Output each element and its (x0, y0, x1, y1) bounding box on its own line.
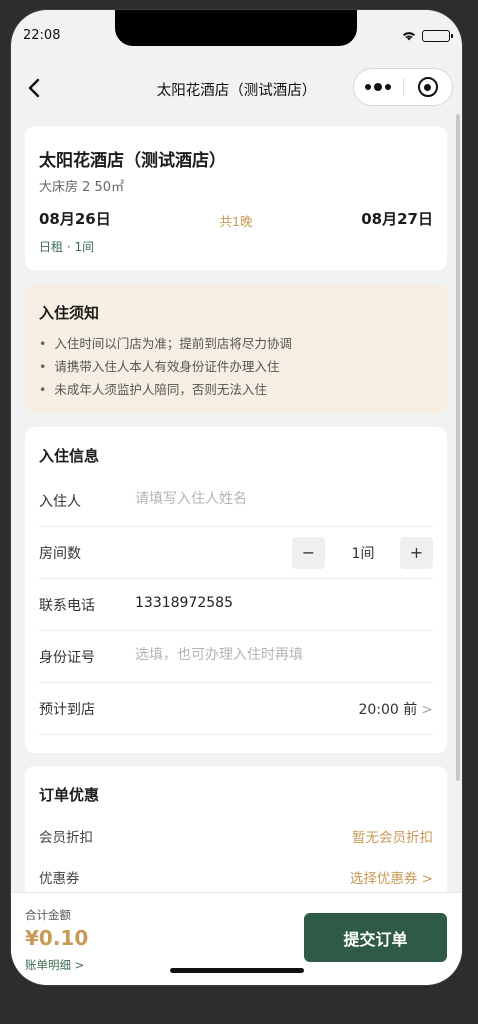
check-out-date: 08月27日 (361, 210, 433, 228)
rooms-value: 1间 (351, 546, 375, 562)
mini-program-capsule (353, 68, 453, 106)
close-mini-program-button[interactable] (403, 77, 452, 97)
notice-item: 未成年人须监护人陪同，否则无法入住 (39, 378, 292, 401)
guest-label: 入住人 (39, 494, 81, 510)
arrival-time-value[interactable]: 20:00 前 > (358, 699, 433, 719)
guest-name-input[interactable] (135, 491, 415, 507)
guest-name-row: 入住人 (39, 475, 433, 527)
bill-detail-link[interactable]: 账单明细 > (25, 957, 84, 973)
room-count-row: 房间数 − 1间 + (39, 527, 433, 579)
notch (115, 10, 357, 46)
member-discount-label: 会员折扣 (39, 830, 93, 846)
notice-item: 入住时间以门店为准；提前到店将尽力协调 (39, 332, 292, 355)
member-discount-value: 暂无会员折扣 (352, 830, 433, 846)
phone-label: 联系电话 (39, 598, 95, 614)
navbar: 太阳花酒店（测试酒店） (11, 66, 462, 110)
arrival-time-row[interactable]: 预计到店 20:00 前 > (39, 683, 433, 735)
phone-field[interactable]: 13318972585 (135, 595, 233, 611)
battery-icon (422, 30, 453, 42)
arrival-time-text: 20:00 前 (358, 702, 418, 718)
total-label: 合计金额 (25, 908, 71, 922)
chevron-right-icon: > (421, 702, 433, 718)
wifi-icon (402, 31, 416, 41)
rent-info: 日租 · 1间 (39, 240, 95, 254)
home-indicator (170, 968, 304, 973)
coupon-row[interactable]: 优惠券 选择优惠券 > (39, 861, 433, 891)
phone-screen: 22:08 太阳花酒店（测试酒店） 太阳花酒店（测试酒店） 大床房 2 50㎡ … (11, 10, 462, 985)
total-amount: ¥0.10 (25, 926, 89, 950)
room-type: 大床房 2 50㎡ (39, 180, 125, 195)
rooms-increment-button[interactable]: + (400, 537, 433, 569)
target-circle-icon (417, 77, 438, 97)
checkin-info-card: 入住信息 入住人 房间数 − 1间 + 联系电话 13318972585 身份证… (25, 427, 447, 753)
rooms-label: 房间数 (39, 546, 81, 562)
status-time: 22:08 (23, 28, 61, 43)
scrollbar[interactable] (456, 114, 460, 781)
notice-item: 请携带入住人本人有效身份证件办理入住 (39, 355, 292, 378)
id-number-row: 身份证号 (39, 631, 433, 683)
rooms-decrement-button[interactable]: − (292, 537, 325, 569)
status-icons (402, 30, 453, 42)
discount-card: 订单优惠 会员折扣 暂无会员折扣 优惠券 选择优惠券 > (25, 766, 447, 892)
scroll-content[interactable]: 太阳花酒店（测试酒店） 大床房 2 50㎡ 08月26日 共1晚 08月27日 … (11, 114, 462, 892)
hotel-name: 太阳花酒店（测试酒店） (39, 151, 226, 171)
notice-list: 入住时间以门店为准；提前到店将尽力协调 请携带入住人本人有效身份证件办理入住 未… (39, 332, 292, 401)
select-coupon-link[interactable]: 选择优惠券 > (350, 867, 433, 887)
checkin-notice-card: 入住须知 入住时间以门店为准；提前到店将尽力协调 请携带入住人本人有效身份证件办… (25, 284, 447, 414)
submit-order-button[interactable]: 提交订单 (304, 913, 447, 962)
id-number-input[interactable] (135, 647, 415, 663)
coupon-label: 优惠券 (39, 871, 80, 887)
id-label: 身份证号 (39, 650, 95, 666)
notice-title: 入住须知 (39, 304, 100, 322)
hotel-summary-card: 太阳花酒店（测试酒店） 大床房 2 50㎡ 08月26日 共1晚 08月27日 … (25, 126, 447, 270)
discount-title: 订单优惠 (39, 786, 100, 804)
arrive-label: 预计到店 (39, 702, 95, 718)
more-dots-icon[interactable] (354, 83, 403, 91)
phone-row: 联系电话 13318972585 (39, 579, 433, 631)
member-discount-row: 会员折扣 暂无会员折扣 (39, 820, 433, 850)
checkin-info-title: 入住信息 (39, 447, 100, 465)
